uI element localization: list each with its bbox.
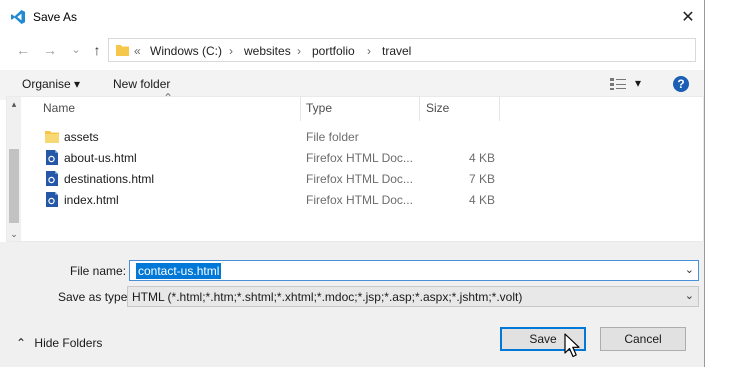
list-item[interactable]: assets File folder xyxy=(45,127,565,147)
file-name: destinations.html xyxy=(64,172,155,186)
column-divider[interactable] xyxy=(419,97,420,121)
help-icon[interactable]: ? xyxy=(673,76,689,92)
column-header-name[interactable]: Name xyxy=(43,101,75,115)
file-name-input[interactable]: contact-us.html ⌄ xyxy=(129,260,699,281)
html-file-icon xyxy=(46,171,58,186)
breadcrumb-separator[interactable]: › xyxy=(297,44,301,58)
breadcrumb-separator[interactable]: › xyxy=(367,44,371,58)
cancel-button[interactable]: Cancel xyxy=(600,327,686,351)
breadcrumb-separator[interactable]: › xyxy=(229,44,233,58)
column-header-type[interactable]: Type xyxy=(306,101,332,115)
file-type: Firefox HTML Doc... xyxy=(306,172,413,186)
list-item[interactable]: index.html Firefox HTML Doc... 4 KB xyxy=(45,190,565,210)
column-divider[interactable] xyxy=(300,97,301,121)
up-arrow-icon[interactable]: ↑ xyxy=(89,42,105,58)
file-name: index.html xyxy=(64,193,119,207)
list-item[interactable]: destinations.html Firefox HTML Doc... 7 … xyxy=(45,169,565,189)
vertical-scrollbar[interactable]: ▴ ⌄ xyxy=(7,97,21,241)
mouse-pointer-icon xyxy=(564,333,580,358)
folder-icon xyxy=(116,45,129,56)
column-header-size[interactable]: Size xyxy=(426,101,449,115)
window-title: Save As xyxy=(33,10,78,24)
breadcrumb-portfolio[interactable]: portfolio xyxy=(312,44,355,58)
address-row: ← → ⌄ ↑ « Windows (C:) › websites › port… xyxy=(0,36,704,66)
close-icon: ✕ xyxy=(681,9,695,26)
file-name-value[interactable]: contact-us.html xyxy=(136,263,222,279)
view-dropdown-chevron-icon[interactable]: ▾ xyxy=(635,76,641,90)
save-as-dialog: Save As ✕ ← → ⌄ ↑ « Windows (C:) › websi… xyxy=(0,0,705,367)
file-size: 7 KB xyxy=(468,172,495,186)
hide-folders-button[interactable]: ⌃ Hide Folders xyxy=(16,336,102,350)
save-options-panel: File name: contact-us.html ⌄ Save as typ… xyxy=(0,242,704,367)
chevron-up-icon: ⌃ xyxy=(16,336,27,350)
file-list: ▴ ⌄ Name ⌃ Type Size assets File folder xyxy=(6,91,704,242)
close-button[interactable]: ✕ xyxy=(673,4,703,30)
file-size: 4 KB xyxy=(468,151,495,165)
html-file-icon xyxy=(46,192,58,207)
file-name: about-us.html xyxy=(64,151,137,165)
back-arrow-icon[interactable]: ← xyxy=(15,42,31,58)
file-name-label: File name: xyxy=(70,264,127,278)
scrollbar-thumb[interactable] xyxy=(9,149,19,223)
organise-button[interactable]: Organise ▾ xyxy=(22,77,80,91)
html-file-icon xyxy=(46,150,58,165)
view-options-icon[interactable] xyxy=(610,78,626,90)
file-type: File folder xyxy=(306,130,359,144)
file-type: Firefox HTML Doc... xyxy=(306,151,413,165)
save-as-type-value: HTML (*.html;*.htm;*.shtml;*.xhtml;*.mdo… xyxy=(132,290,523,304)
vscode-icon xyxy=(11,10,25,24)
forward-arrow-icon[interactable]: → xyxy=(42,42,58,58)
new-folder-button[interactable]: New folder xyxy=(113,77,170,91)
chevron-down-icon[interactable]: ⌄ xyxy=(685,289,694,302)
breadcrumb-drive[interactable]: Windows (C:) xyxy=(150,44,222,58)
title-bar: Save As ✕ xyxy=(0,0,704,34)
address-bar[interactable]: « Windows (C:) › websites › portfolio › … xyxy=(108,38,696,62)
recent-locations-icon[interactable]: ⌄ xyxy=(68,42,84,58)
breadcrumb-overflow[interactable]: « xyxy=(134,44,141,58)
scroll-down-icon[interactable]: ⌄ xyxy=(7,227,21,241)
hide-folders-label: Hide Folders xyxy=(34,336,103,350)
chevron-down-icon[interactable]: ⌄ xyxy=(685,263,694,276)
folder-icon xyxy=(45,131,59,143)
sort-ascending-icon: ⌃ xyxy=(163,91,174,105)
breadcrumb-travel[interactable]: travel xyxy=(382,44,411,58)
file-size: 4 KB xyxy=(468,193,495,207)
breadcrumb-websites[interactable]: websites xyxy=(244,44,291,58)
save-as-type-label: Save as type: xyxy=(58,290,131,304)
file-type: Firefox HTML Doc... xyxy=(306,193,413,207)
file-name: assets xyxy=(64,130,99,144)
list-item[interactable]: about-us.html Firefox HTML Doc... 4 KB xyxy=(45,148,565,168)
scroll-up-icon[interactable]: ▴ xyxy=(7,97,21,111)
column-divider[interactable] xyxy=(499,97,500,121)
save-as-type-select[interactable]: HTML (*.html;*.htm;*.shtml;*.xhtml;*.mdo… xyxy=(127,286,699,307)
